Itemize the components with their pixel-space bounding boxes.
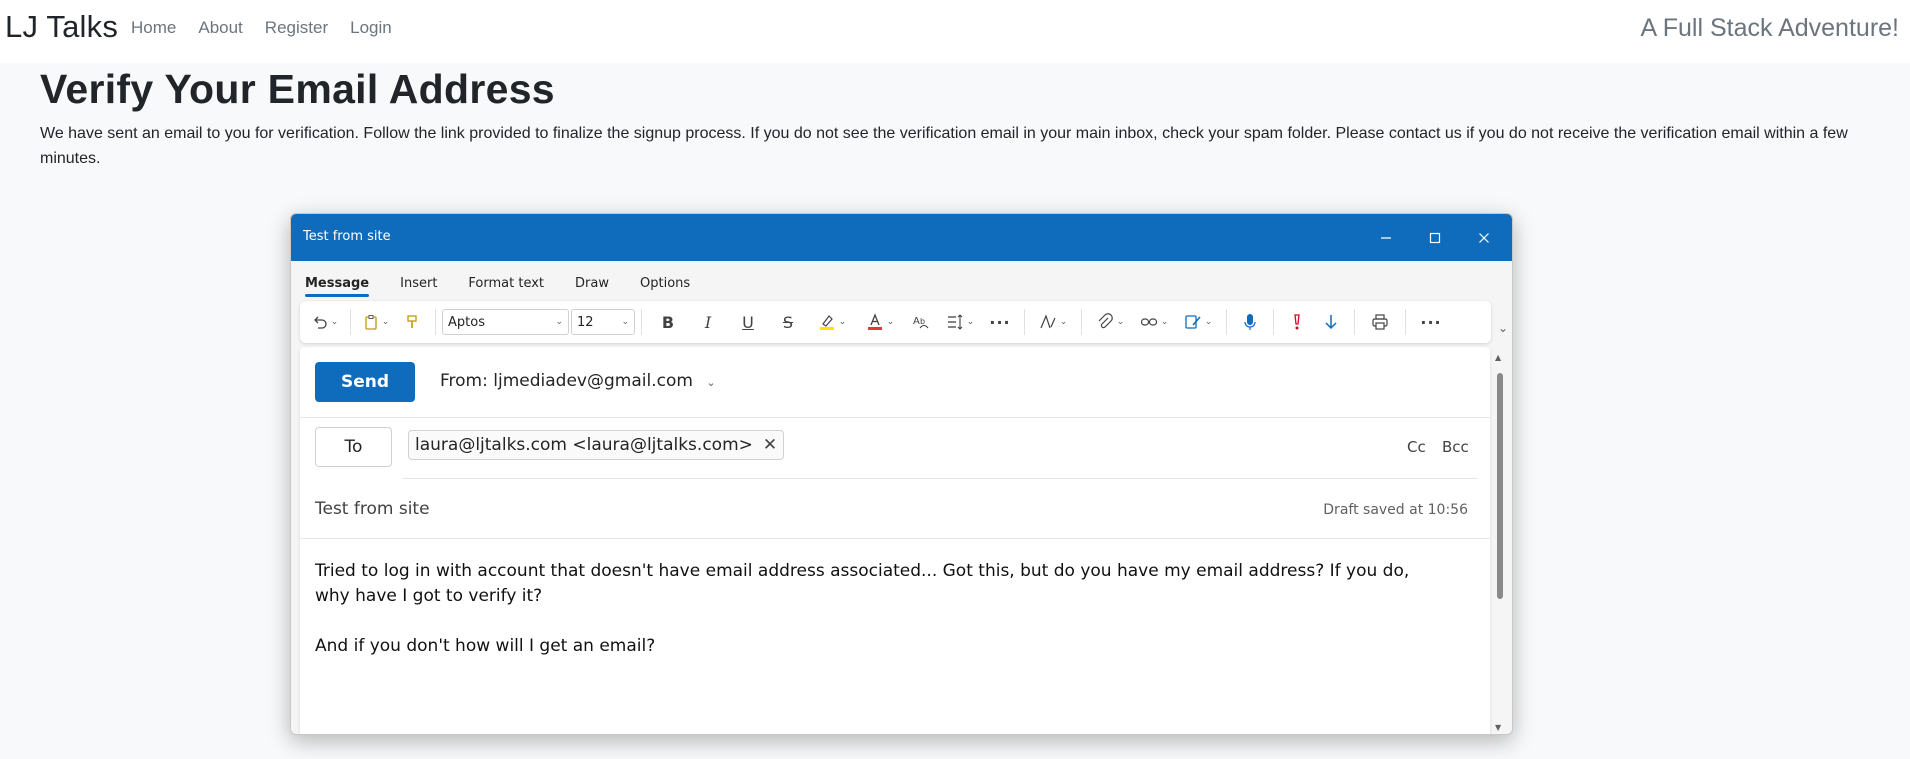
highlight-icon[interactable]: ⌄ (808, 306, 856, 338)
svg-text:b: b (920, 317, 925, 326)
nav-link-about[interactable]: About (198, 18, 242, 38)
font-size-select[interactable]: 12 ⌄ (571, 309, 635, 335)
ribbon-divider (435, 309, 436, 335)
verification-message: We have sent an email to you for verific… (40, 125, 1848, 167)
from-address: ljmediadev@gmail.com (493, 371, 693, 391)
ribbon-divider (1273, 309, 1274, 335)
site-brand[interactable]: LJ Talks (5, 9, 118, 45)
close-icon[interactable] (1460, 214, 1508, 261)
divider (403, 478, 1477, 479)
more-icon[interactable]: ··· (982, 306, 1018, 338)
email-compose-window: Test from site Message Insert Format tex… (290, 213, 1513, 735)
font-name-select[interactable]: Aptos ⌄ (442, 309, 569, 335)
editor-icon[interactable]: ⌄ (1031, 306, 1075, 338)
site-navbar: LJ Talks Home About Register Login A Ful… (0, 0, 1910, 63)
chevron-down-icon: ⌄ (621, 317, 629, 327)
tab-message[interactable]: Message (305, 261, 370, 301)
italic-icon[interactable]: I (688, 306, 728, 338)
tab-insert[interactable]: Insert (400, 261, 437, 301)
tab-options[interactable]: Options (640, 261, 690, 301)
ribbon-divider (1226, 309, 1227, 335)
format-painter-icon[interactable] (395, 306, 429, 338)
low-importance-icon[interactable] (1314, 306, 1348, 338)
svg-text:A: A (913, 316, 920, 327)
spacing-icon[interactable]: ⌄ (938, 306, 982, 338)
page-title: Verify Your Email Address (40, 66, 555, 112)
chevron-down-icon: ⌄ (706, 376, 716, 389)
signature-icon[interactable]: ⌄ (1176, 306, 1220, 338)
window-title: Test from site (303, 229, 391, 244)
ribbon-divider (1024, 309, 1025, 335)
minimize-icon[interactable] (1362, 214, 1410, 261)
compose-pane: Send From: ljmediadev@gmail.com ⌄ To lau… (300, 347, 1490, 734)
tab-draw[interactable]: Draw (575, 261, 609, 301)
ribbon-divider (350, 309, 351, 335)
chevron-down-icon: ⌄ (555, 317, 563, 327)
underline-icon[interactable]: U (728, 306, 768, 338)
message-body[interactable]: Tried to log in with account that doesn'… (315, 559, 1435, 659)
nav-link-home[interactable]: Home (131, 18, 176, 38)
ribbon-expand-icon[interactable]: ⌄ (1498, 321, 1508, 335)
high-importance-icon[interactable] (1280, 306, 1314, 338)
dictate-icon[interactable] (1233, 306, 1267, 338)
styles-icon[interactable]: Ab (904, 306, 938, 338)
font-color-icon[interactable]: ⌄ (856, 306, 904, 338)
from-label: From: (440, 371, 488, 391)
recipient-address: laura@ljtalks.com <laura@ljtalks.com> (415, 435, 753, 455)
font-name-value: Aptos (448, 314, 485, 330)
draft-status: Draft saved at 10:56 (1323, 502, 1468, 518)
strikethrough-icon[interactable]: S (768, 306, 808, 338)
window-titlebar[interactable]: Test from site (291, 214, 1512, 261)
ribbon-divider (641, 309, 642, 335)
ribbon-divider (1354, 309, 1355, 335)
cc-button[interactable]: Cc (1407, 438, 1426, 456)
nav-link-register[interactable]: Register (265, 18, 328, 38)
maximize-icon[interactable] (1411, 214, 1459, 261)
subject-field[interactable]: Test from site (315, 499, 430, 519)
link-icon[interactable]: ⌄ (1132, 306, 1176, 338)
scrollbar[interactable]: ▲ ▼ (1491, 347, 1509, 734)
ribbon-divider (1081, 309, 1082, 335)
scroll-up-icon[interactable]: ▲ (1495, 353, 1501, 362)
send-button[interactable]: Send (315, 362, 415, 402)
print-icon[interactable] (1361, 306, 1399, 338)
to-button[interactable]: To (315, 427, 392, 467)
divider (300, 538, 1490, 539)
nav-links: Home About Register Login (131, 18, 414, 38)
font-size-value: 12 (577, 314, 594, 330)
remove-recipient-icon[interactable]: ✕ (763, 435, 777, 455)
from-selector[interactable]: From: ljmediadev@gmail.com ⌄ (440, 371, 716, 391)
divider (300, 417, 1490, 418)
site-tagline: A Full Stack Adventure! (1640, 14, 1899, 42)
tab-format-text[interactable]: Format text (468, 261, 544, 301)
paste-icon[interactable]: ⌄ (357, 306, 395, 338)
ribbon-divider (1405, 309, 1406, 335)
more-options-icon[interactable]: ··· (1412, 306, 1450, 338)
bcc-button[interactable]: Bcc (1442, 438, 1469, 456)
recipient-chip[interactable]: laura@ljtalks.com <laura@ljtalks.com> ✕ (408, 430, 785, 460)
scrollbar-thumb[interactable] (1497, 373, 1503, 599)
ribbon-toolbar: ⌄ ⌄ Aptos ⌄ 12 ⌄ B I U S ⌄ ⌄ Ab ⌄ ··· ⌄ (300, 301, 1491, 343)
bold-icon[interactable]: B (648, 306, 688, 338)
ribbon-tabs: Message Insert Format text Draw Options (291, 261, 1512, 301)
scroll-down-icon[interactable]: ▼ (1495, 723, 1501, 732)
attach-icon[interactable]: ⌄ (1088, 306, 1132, 338)
nav-link-login[interactable]: Login (350, 18, 392, 38)
undo-icon[interactable]: ⌄ (306, 306, 344, 338)
